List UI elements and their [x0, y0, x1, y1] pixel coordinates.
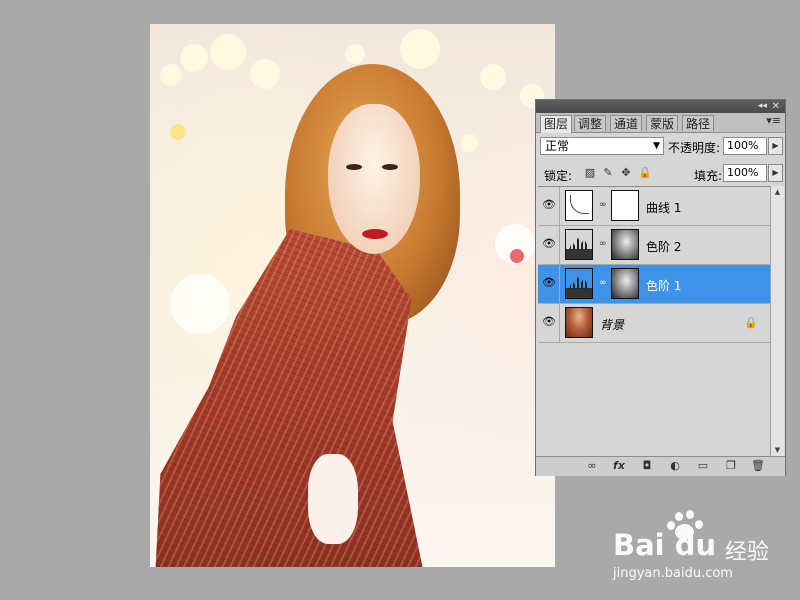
trash-icon[interactable]: 🗑 [750, 459, 766, 473]
layers-panel: ◂◂ ✕ 图层 调整 通道 蒙版 路径 ▾≡ 正常 ▼ 不透明度: 100% ▶… [535, 99, 786, 476]
chevron-down-icon: ▼ [653, 141, 660, 151]
visibility-eye-icon[interactable]: 👁 [542, 199, 556, 211]
fill-slider-button[interactable]: ▶ [768, 164, 783, 182]
panel-footer: ∞ fx ◘ ◐ ▭ ❐ 🗑 [536, 456, 785, 476]
subject-eye-left [346, 164, 362, 170]
chain-link-icon[interactable]: ∞ [599, 278, 607, 288]
background-thumbnail[interactable] [565, 307, 593, 338]
levels-adjustment-icon[interactable] [565, 229, 593, 260]
layer-mask-thumbnail[interactable] [611, 268, 639, 299]
bokeh-light [170, 274, 230, 334]
fx-icon[interactable]: fx [611, 459, 627, 473]
opacity-field[interactable]: 100% [723, 137, 767, 155]
adjustment-icon[interactable]: ◐ [667, 459, 683, 473]
tab-paths[interactable]: 路径 [682, 115, 715, 131]
divider [559, 187, 560, 225]
divider [559, 226, 560, 264]
panel-tabbar: 图层 调整 通道 蒙版 路径 ▾≡ [536, 113, 785, 133]
layer-name[interactable]: 色阶 1 [646, 277, 681, 294]
tab-adjustments[interactable]: 调整 [574, 115, 607, 131]
scroll-down-icon[interactable]: ▼ [771, 444, 784, 456]
link-icon[interactable]: ∞ [584, 459, 600, 473]
layer-row-levels-1[interactable]: 👁 ∞ 色阶 1 [538, 265, 770, 304]
opacity-slider-button[interactable]: ▶ [768, 137, 783, 155]
tab-channels[interactable]: 通道 [610, 115, 643, 131]
layer-name[interactable]: 曲线 1 [646, 199, 681, 216]
lock-label: 锁定: [544, 169, 573, 183]
layer-name[interactable]: 色阶 2 [646, 238, 681, 255]
scroll-up-icon[interactable]: ▲ [771, 186, 784, 198]
levels-adjustment-icon[interactable] [565, 268, 593, 299]
chain-link-icon[interactable]: ∞ [599, 200, 607, 210]
divider [559, 304, 560, 342]
bokeh-light [510, 249, 524, 263]
visibility-eye-icon[interactable]: 👁 [542, 238, 556, 250]
tab-layers[interactable]: 图层 [540, 115, 573, 133]
folder-icon[interactable]: ▭ [695, 459, 711, 473]
bokeh-light [460, 134, 478, 152]
tab-masks[interactable]: 蒙版 [646, 115, 679, 131]
lock-transparency-icon[interactable]: ▨ [584, 167, 596, 179]
mask-icon[interactable]: ◘ [639, 459, 655, 473]
layers-scrollbar[interactable]: ▲ ▼ [770, 186, 784, 456]
subject-lips [362, 229, 388, 239]
layer-mask-thumbnail[interactable] [611, 229, 639, 260]
fill-field[interactable]: 100% [723, 164, 767, 182]
curves-adjustment-icon[interactable] [565, 190, 593, 221]
layers-list: 👁 ∞ 曲线 1 👁 ∞ 色阶 2 👁 ∞ 色阶 1 👁 背景 🔒 [538, 186, 770, 457]
visibility-eye-icon[interactable]: 👁 [542, 277, 556, 289]
watermark-url: jingyan.baidu.com [613, 566, 733, 581]
layer-name[interactable]: 背景 [600, 316, 624, 333]
divider [559, 265, 560, 303]
bokeh-light [160, 64, 182, 86]
bokeh-light [345, 44, 365, 64]
layer-row-curves-1[interactable]: 👁 ∞ 曲线 1 [538, 187, 770, 226]
lock-icon: 🔒 [744, 316, 758, 329]
chain-link-icon[interactable]: ∞ [599, 239, 607, 249]
layer-row-background[interactable]: 👁 背景 🔒 [538, 304, 770, 343]
watermark-title: 经验 [725, 540, 770, 565]
blend-mode-select[interactable]: 正常 ▼ [540, 137, 664, 155]
opacity-label: 不透明度: [668, 141, 721, 155]
bokeh-light [400, 29, 440, 69]
fill-label: 填充: [694, 169, 723, 183]
bokeh-light [250, 59, 280, 89]
panel-titlebar[interactable]: ◂◂ ✕ [536, 100, 785, 113]
watermark-brand: Bai du [613, 528, 717, 562]
new-layer-icon[interactable]: ❐ [723, 459, 739, 473]
bokeh-light [480, 64, 506, 90]
bokeh-light [210, 34, 246, 70]
lock-all-icon[interactable]: 🔒 [638, 167, 652, 179]
document-canvas[interactable] [150, 24, 555, 567]
panel-menu-icon[interactable]: ▾≡ [766, 114, 781, 127]
bokeh-light [170, 124, 186, 140]
subject-hand [308, 454, 358, 544]
layer-mask-thumbnail[interactable] [611, 190, 639, 221]
lock-position-icon[interactable]: ✥ [620, 167, 632, 179]
lock-paint-icon[interactable]: ✎ [602, 167, 614, 179]
collapse-icon[interactable]: ◂◂ [758, 100, 767, 113]
lock-row: 锁定: ▨ ✎ ✥ 🔒 填充: 100% ▶ [540, 164, 783, 184]
baidu-jingyan-watermark: Bai du 经验 jingyan.baidu.com [605, 510, 795, 590]
blend-mode-value: 正常 [545, 139, 570, 153]
blend-row: 正常 ▼ 不透明度: 100% ▶ [540, 137, 783, 157]
bokeh-light [180, 44, 208, 72]
close-icon[interactable]: ✕ [772, 100, 780, 113]
subject-eye-right [382, 164, 398, 170]
layer-row-levels-2[interactable]: 👁 ∞ 色阶 2 [538, 226, 770, 265]
visibility-eye-icon[interactable]: 👁 [542, 316, 556, 328]
